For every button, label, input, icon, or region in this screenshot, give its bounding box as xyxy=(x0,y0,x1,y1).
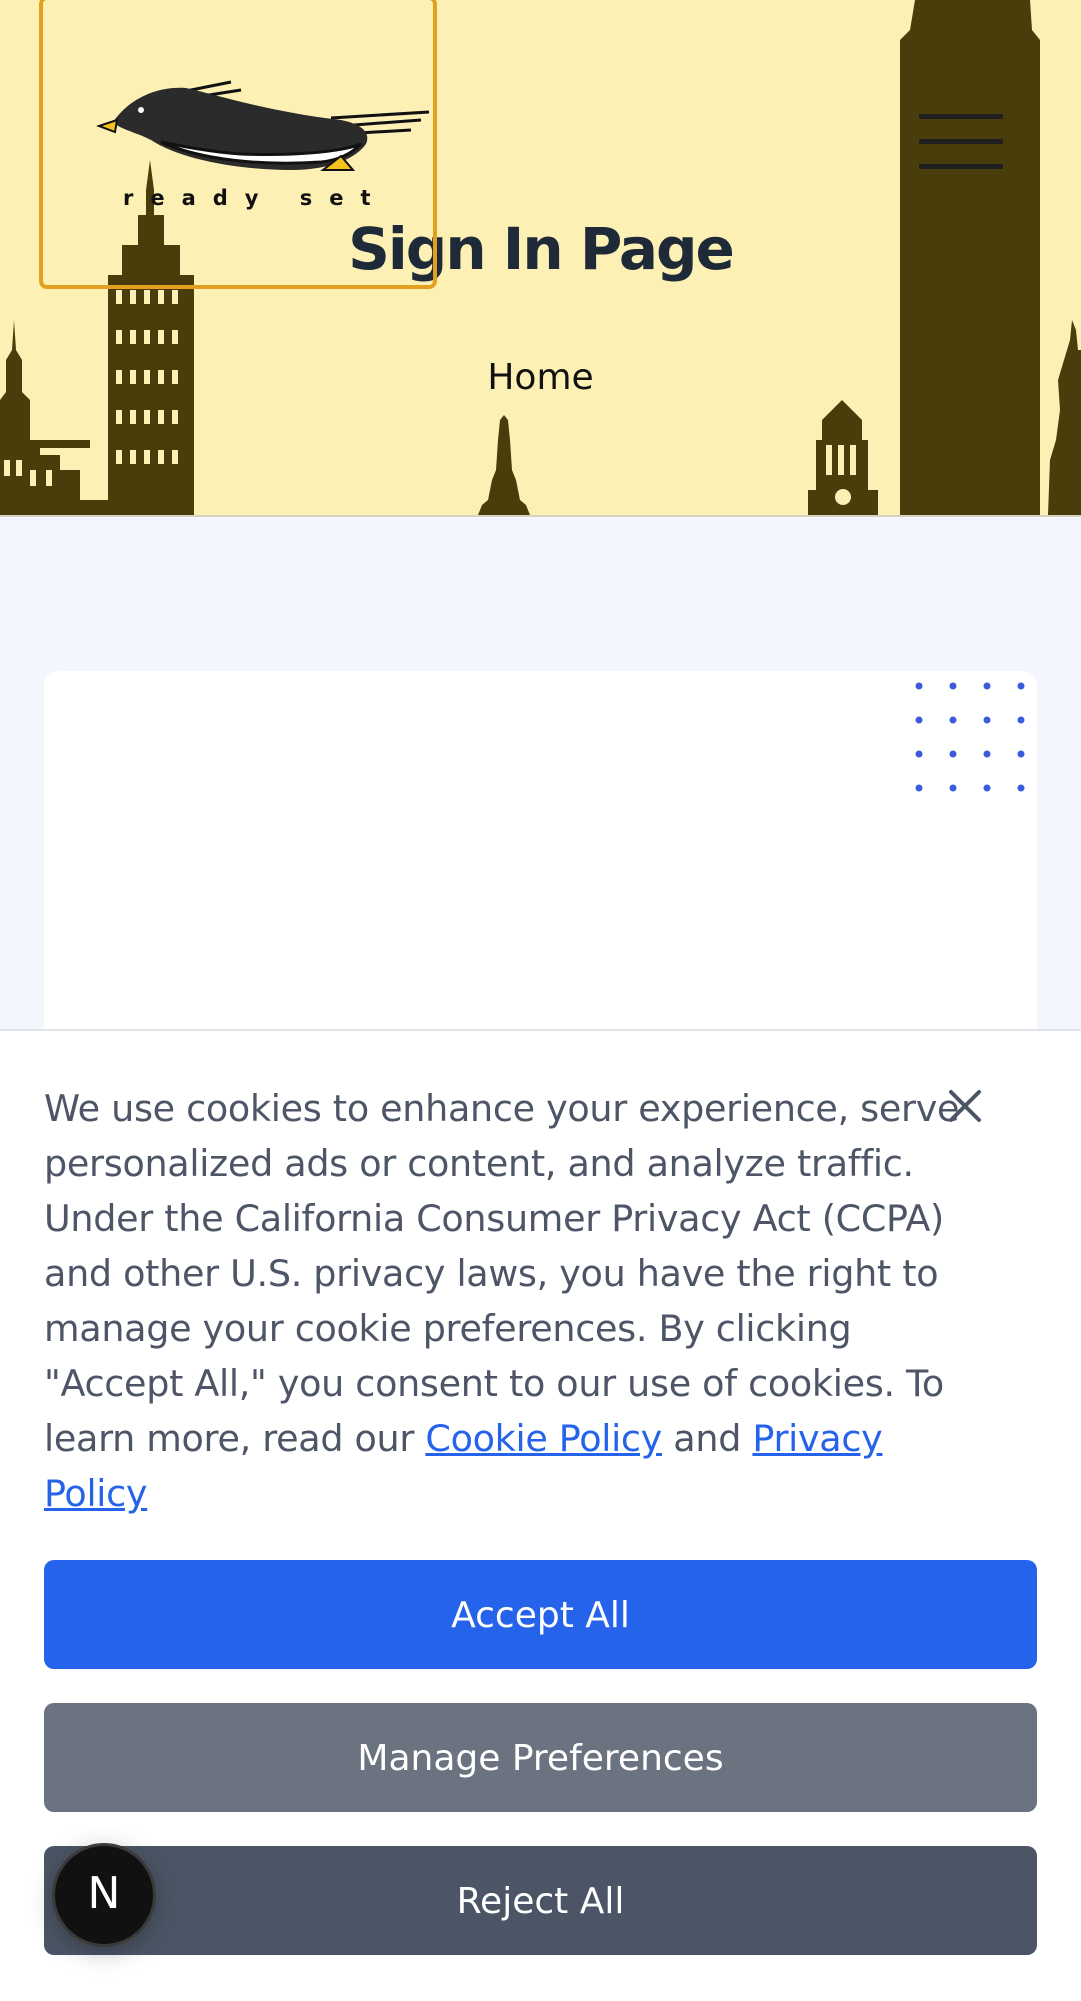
accept-all-button[interactable]: Accept All xyxy=(44,1560,1037,1669)
nextjs-dev-badge[interactable]: N xyxy=(52,1843,156,1947)
manage-preferences-button[interactable]: Manage Preferences xyxy=(44,1703,1037,1812)
cookie-consent-banner: We use cookies to enhance your experienc… xyxy=(0,1029,1081,2001)
sign-in-card xyxy=(44,671,1037,1091)
dot-pattern-decoration xyxy=(915,682,1025,792)
reject-all-button[interactable]: Reject All xyxy=(44,1846,1037,1955)
cookie-policy-link[interactable]: Cookie Policy xyxy=(425,1417,662,1460)
close-icon[interactable] xyxy=(943,1084,987,1128)
hamburger-menu-icon[interactable] xyxy=(919,114,1003,170)
and-text: and xyxy=(673,1417,742,1460)
penguin-logo-icon xyxy=(96,80,430,171)
site-logo[interactable]: ready set xyxy=(39,0,437,289)
cookie-consent-message: We use cookies to enhance your experienc… xyxy=(44,1087,960,1460)
hero-header: ready set Sign In Page Home xyxy=(0,0,1081,517)
cookie-consent-text: We use cookies to enhance your experienc… xyxy=(44,1081,964,1521)
logo-wordmark: ready set xyxy=(123,186,388,210)
breadcrumb-home-link[interactable]: Home xyxy=(0,357,1081,398)
nextjs-logo-icon: N xyxy=(87,1868,121,1919)
